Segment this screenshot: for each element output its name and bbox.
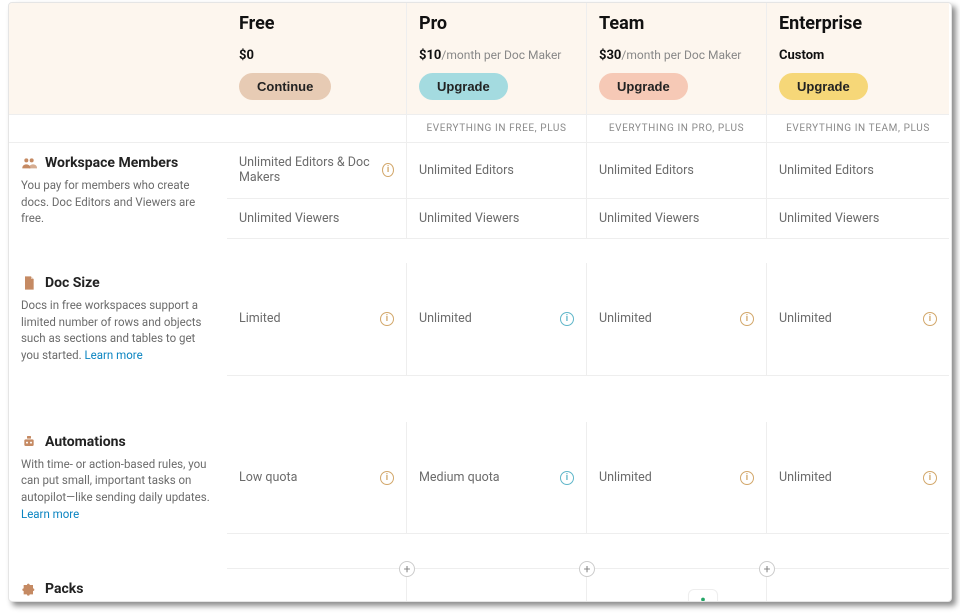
- packs-team: [587, 569, 767, 602]
- cell-auto-team: Unlimitedi: [587, 422, 767, 535]
- cell-members-free-2: Unlimited Viewers: [227, 199, 407, 240]
- feature-docsize: Doc Size Docs in free workspaces support…: [9, 263, 227, 376]
- feature-title: Automations: [45, 434, 126, 450]
- info-icon[interactable]: i: [380, 312, 394, 326]
- cell-auto-free: Low quotai: [227, 422, 407, 535]
- info-icon[interactable]: i: [923, 312, 937, 326]
- info-icon[interactable]: i: [923, 471, 937, 485]
- cell-members-free-1: Unlimited Editors & Doc Makersi: [227, 143, 407, 199]
- learn-more-link[interactable]: Learn more: [21, 507, 79, 521]
- plan-sub-free: [227, 115, 407, 143]
- cell-docsize-team: Unlimitedi: [587, 263, 767, 376]
- feature-title: Workspace Members: [45, 155, 178, 171]
- cell-docsize-ent: Unlimitedi: [767, 263, 949, 376]
- cell-members-ent-2: Unlimited Viewers: [767, 199, 949, 240]
- info-icon[interactable]: i: [380, 471, 394, 485]
- puzzle-icon: [21, 581, 37, 597]
- plan-name: Enterprise: [779, 13, 937, 34]
- members-icon: [21, 155, 37, 171]
- upgrade-button[interactable]: Upgrade: [779, 73, 868, 100]
- learn-more-link[interactable]: Learn more: [84, 348, 142, 362]
- packs-free: W: [227, 569, 407, 602]
- plus-icon: +: [579, 561, 595, 577]
- info-icon[interactable]: i: [740, 471, 754, 485]
- feature-desc: You pay for members who create docs. Doc…: [21, 177, 215, 227]
- feature-packs: Packs Packs connect your doc to the apps…: [9, 569, 227, 602]
- cell-auto-pro: Medium quotai: [407, 422, 587, 535]
- cell-members-team-1: Unlimited Editors: [587, 143, 767, 199]
- feature-automations: Automations With time- or action-based r…: [9, 422, 227, 535]
- plan-header-pro: Pro $10/month per Doc Maker Upgrade: [407, 3, 587, 115]
- continue-button[interactable]: Continue: [239, 73, 331, 100]
- upgrade-button[interactable]: Upgrade: [419, 73, 508, 100]
- cell-docsize-free: Limitedi: [227, 263, 407, 376]
- plan-header-team: Team $30/month per Doc Maker Upgrade: [587, 3, 767, 115]
- plus-icon: +: [759, 561, 775, 577]
- info-icon[interactable]: i: [740, 312, 754, 326]
- feature-title: Doc Size: [45, 275, 100, 291]
- pricing-table: Free $0 Continue Pro $10/month per Doc M…: [8, 2, 952, 602]
- plan-sub-pro: Everything in Free, plus: [407, 115, 587, 143]
- plan-sub-team: Everything in Pro, plus: [587, 115, 767, 143]
- packs-ent: [767, 569, 949, 602]
- plan-name: Free: [239, 13, 394, 34]
- doc-icon: [21, 275, 37, 291]
- info-icon[interactable]: i: [560, 471, 574, 485]
- cell-auto-ent: Unlimitedi: [767, 422, 949, 535]
- feature-members: Workspace Members You pay for members wh…: [9, 143, 227, 239]
- robot-icon: [21, 434, 37, 450]
- feature-title: Packs: [45, 581, 83, 597]
- cell-members-pro-2: Unlimited Viewers: [407, 199, 587, 240]
- cell-members-ent-1: Unlimited Editors: [767, 143, 949, 199]
- plan-header-enterprise: Enterprise Custom Upgrade: [767, 3, 949, 115]
- info-icon[interactable]: i: [560, 312, 574, 326]
- header-blank: [9, 3, 227, 115]
- info-icon[interactable]: i: [382, 163, 394, 177]
- greenhouse-icon[interactable]: [688, 589, 718, 602]
- plan-sub-enterprise: Everything in Team, plus: [767, 115, 949, 143]
- upgrade-button[interactable]: Upgrade: [599, 73, 688, 100]
- plus-icon: +: [399, 561, 415, 577]
- packs-pro: 31: [407, 569, 587, 602]
- plan-header-free: Free $0 Continue: [227, 3, 407, 115]
- cell-docsize-pro: Unlimitedi: [407, 263, 587, 376]
- cell-members-pro-1: Unlimited Editors: [407, 143, 587, 199]
- cell-members-team-2: Unlimited Viewers: [587, 199, 767, 240]
- plan-name: Pro: [419, 13, 574, 34]
- plan-name: Team: [599, 13, 754, 34]
